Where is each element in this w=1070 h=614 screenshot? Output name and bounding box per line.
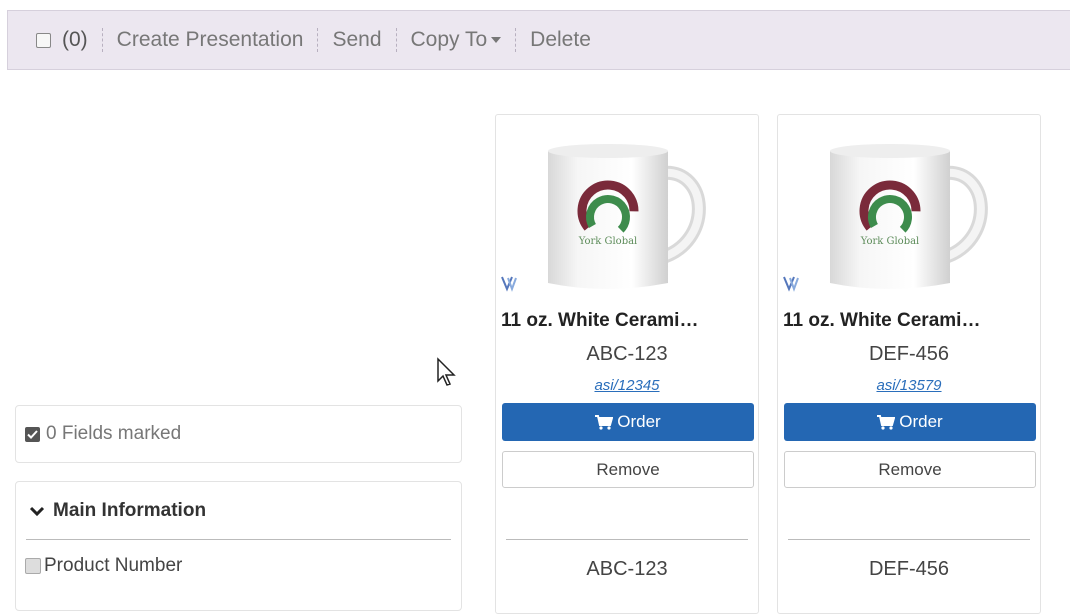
mouse-cursor-icon bbox=[437, 357, 456, 386]
product-number-value: ABC-123 bbox=[586, 558, 668, 580]
product-card: York Global 11 oz. White Cerami… ABC-123… bbox=[495, 114, 759, 614]
chevron-down-icon bbox=[29, 506, 45, 517]
divider bbox=[506, 539, 748, 540]
caret-down-icon bbox=[491, 37, 502, 44]
delete-button[interactable]: Delete bbox=[530, 28, 591, 52]
product-number: ABC-123 bbox=[586, 343, 668, 365]
order-button[interactable]: Order bbox=[784, 403, 1036, 441]
send-button[interactable]: Send bbox=[332, 28, 381, 52]
remove-button[interactable]: Remove bbox=[784, 451, 1036, 488]
copy-to-label: Copy To bbox=[410, 28, 488, 51]
verified-supplier-icon bbox=[501, 276, 517, 292]
copy-to-dropdown[interactable]: Copy To bbox=[411, 28, 502, 52]
field-checkbox[interactable] bbox=[25, 558, 41, 574]
divider bbox=[788, 539, 1030, 540]
selected-count: (0) bbox=[62, 28, 88, 51]
section-toggle[interactable]: Main Information bbox=[29, 500, 206, 522]
action-toolbar: (0) Create Presentation Send Copy To Del… bbox=[7, 10, 1070, 70]
toolbar-divider bbox=[515, 28, 517, 52]
select-all-checkbox[interactable] bbox=[36, 32, 51, 48]
product-image[interactable]: York Global bbox=[816, 133, 998, 303]
toolbar-divider bbox=[317, 28, 319, 52]
create-presentation-button[interactable]: Create Presentation bbox=[117, 28, 304, 52]
fields-marked-box: 0 Fields marked bbox=[15, 405, 462, 463]
toolbar-divider bbox=[101, 28, 103, 52]
product-image[interactable]: York Global bbox=[534, 133, 716, 303]
field-row-product-number: Product Number bbox=[25, 555, 182, 577]
field-label: Product Number bbox=[44, 555, 183, 576]
order-label: Order bbox=[899, 412, 943, 431]
order-button[interactable]: Order bbox=[502, 403, 754, 441]
product-title[interactable]: 11 oz. White Cerami… bbox=[783, 310, 1035, 332]
mug-logo-text: York Global bbox=[578, 236, 638, 247]
order-label: Order bbox=[617, 412, 661, 431]
verified-supplier-icon bbox=[783, 276, 799, 292]
toolbar-divider bbox=[395, 28, 397, 52]
shopping-cart-icon bbox=[595, 414, 614, 430]
asi-link[interactable]: asi/12345 bbox=[496, 377, 758, 394]
fields-marked-label: 0 Fields marked bbox=[46, 423, 182, 444]
main-information-section: Main Information Product Number bbox=[15, 481, 462, 611]
asi-link[interactable]: asi/13579 bbox=[778, 377, 1040, 394]
divider bbox=[26, 539, 451, 540]
product-number-value: DEF-456 bbox=[868, 558, 950, 580]
remove-button[interactable]: Remove bbox=[502, 451, 754, 488]
product-title[interactable]: 11 oz. White Cerami… bbox=[501, 310, 753, 332]
product-card: York Global 11 oz. White Cerami… DEF-456… bbox=[777, 114, 1041, 614]
section-title: Main Information bbox=[53, 500, 207, 521]
shopping-cart-icon bbox=[877, 414, 896, 430]
product-number: DEF-456 bbox=[868, 343, 950, 365]
mug-logo-text: York Global bbox=[860, 236, 920, 247]
checkbox-checked-icon[interactable] bbox=[25, 426, 40, 442]
